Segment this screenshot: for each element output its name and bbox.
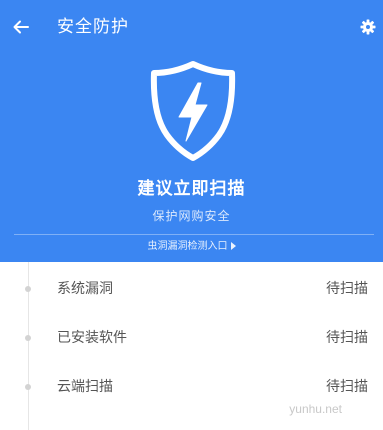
arrow-left-icon <box>13 20 29 34</box>
back-button[interactable] <box>10 16 32 38</box>
scan-item-status: 待扫描 <box>326 281 368 297</box>
shield-lightning-icon <box>150 61 236 161</box>
scan-item-status: 待扫描 <box>326 379 368 395</box>
scan-item-cloud-scan[interactable]: 云端扫描 待扫描 <box>0 372 383 402</box>
vuln-link-label: 虫洞漏洞检测入口 <box>147 241 228 252</box>
scan-item-status: 待扫描 <box>326 330 368 346</box>
top-bar: 安全防护 <box>0 0 383 56</box>
gear-icon <box>360 19 376 35</box>
scan-item-installed-software[interactable]: 已安装软件 待扫描 <box>0 323 383 353</box>
scan-item-label: 系统漏洞 <box>57 281 113 297</box>
scan-item-system-vulnerability[interactable]: 系统漏洞 待扫描 <box>0 274 383 304</box>
divider <box>14 234 374 235</box>
scan-subline: 保护网购安全 <box>152 209 231 223</box>
header-banner: 安全防护 建议立即扫描 保护网购安全 虫洞漏洞检测入口 <box>0 0 383 262</box>
triangle-right-icon <box>230 242 236 250</box>
timeline-dot <box>25 286 31 292</box>
settings-button[interactable] <box>359 18 377 36</box>
scan-item-label: 云端扫描 <box>57 379 113 395</box>
scan-item-label: 已安装软件 <box>57 330 127 346</box>
page-title: 安全防护 <box>57 17 129 37</box>
scan-headline: 建议立即扫描 <box>137 179 246 199</box>
timeline-dot <box>25 335 31 341</box>
timeline-dot <box>25 384 31 390</box>
watermark: yunhu.net <box>289 402 342 416</box>
vuln-detection-link[interactable]: 虫洞漏洞检测入口 <box>0 240 383 254</box>
